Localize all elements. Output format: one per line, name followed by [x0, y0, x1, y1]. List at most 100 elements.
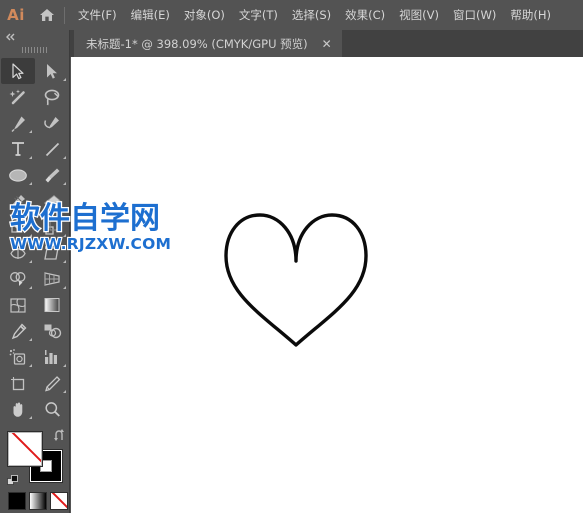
flyout-indicator-icon [63, 364, 66, 367]
tool-hand[interactable] [1, 396, 35, 422]
panel-drag-handle[interactable] [0, 44, 69, 56]
menu-window[interactable]: 窗口(W) [446, 3, 503, 27]
app-logo: Ai [7, 6, 25, 24]
color-mode-buttons [8, 492, 69, 510]
document-tab-label: 未标题-1* @ 398.09% (CMYK/GPU 预览) [86, 36, 308, 51]
menu-file[interactable]: 文件(F) [71, 3, 124, 27]
direct-selection-arrow-icon [46, 63, 57, 79]
tool-eraser[interactable] [35, 188, 69, 214]
tool-mesh[interactable] [1, 292, 35, 318]
tool-blend[interactable] [35, 318, 69, 344]
menu-effect[interactable]: 效果(C) [338, 3, 392, 27]
tool-direct-selection[interactable] [35, 58, 69, 84]
document-tab[interactable]: 未标题-1* @ 398.09% (CMYK/GPU 预览) ✕ [74, 30, 342, 57]
flyout-indicator-icon [29, 338, 32, 341]
tool-shape-builder[interactable] [1, 266, 35, 292]
flyout-indicator-icon [63, 182, 66, 185]
default-fill-stroke-icon[interactable] [7, 473, 20, 486]
tool-zoom[interactable] [35, 396, 69, 422]
column-graph-icon [45, 350, 57, 364]
color-mode-color[interactable] [8, 492, 26, 510]
tool-width[interactable] [1, 240, 35, 266]
rotate-icon [10, 220, 25, 233]
color-mode-none[interactable] [50, 492, 68, 510]
flyout-indicator-icon [63, 156, 66, 159]
scale-icon [44, 219, 60, 235]
menu-select[interactable]: 选择(S) [285, 3, 338, 27]
hand-icon [13, 402, 22, 417]
document-canvas[interactable] [71, 57, 583, 513]
tool-pen[interactable] [1, 110, 35, 136]
tools-panel [0, 30, 70, 513]
flyout-indicator-icon [29, 234, 32, 237]
tool-gradient[interactable] [35, 292, 69, 318]
flyout-indicator-icon [63, 234, 66, 237]
tool-type[interactable] [1, 136, 35, 162]
menu-bar: Ai 文件(F) 编辑(E) 对象(O) 文字(T) 选择(S) 效果(C) 视… [0, 0, 583, 30]
slice-knife-icon [44, 375, 60, 391]
collapse-panel-button[interactable] [0, 30, 69, 44]
tool-scale[interactable] [35, 214, 69, 240]
swap-fill-stroke-icon[interactable] [54, 428, 68, 442]
grip-lines-icon [21, 47, 48, 53]
tool-curvature[interactable] [35, 110, 69, 136]
symbol-sprayer-icon [9, 348, 26, 365]
tool-line-segment[interactable] [35, 136, 69, 162]
fill-stroke-control [7, 429, 66, 486]
zoom-magnifier-icon [44, 401, 60, 417]
document-tab-bar: 未标题-1* @ 398.09% (CMYK/GPU 预览) ✕ [70, 30, 583, 57]
perspective-grid-icon [44, 272, 60, 286]
tool-lasso[interactable] [35, 84, 69, 110]
flyout-indicator-icon [29, 416, 32, 419]
ellipse-shape-icon [9, 168, 27, 182]
home-icon[interactable] [32, 8, 62, 22]
gradient-icon [44, 298, 60, 312]
tool-selection[interactable] [1, 58, 35, 84]
selection-arrow-icon [11, 62, 24, 79]
tool-free-transform[interactable] [35, 240, 69, 266]
blend-icon [44, 324, 61, 339]
fill-swatch[interactable] [7, 431, 43, 467]
menu-view[interactable]: 视图(V) [392, 3, 446, 27]
tool-eyedropper[interactable] [1, 318, 35, 344]
tool-shaper[interactable] [1, 188, 35, 214]
close-icon[interactable]: ✕ [308, 38, 342, 50]
width-tool-icon [10, 247, 26, 259]
tool-magic-wand[interactable] [1, 84, 35, 110]
heart-shape [224, 213, 368, 347]
flyout-indicator-icon [63, 208, 66, 211]
tool-column-graph[interactable] [35, 344, 69, 370]
shaper-pencil-icon [11, 194, 25, 208]
tool-perspective-grid[interactable] [35, 266, 69, 292]
line-segment-icon [45, 142, 59, 156]
flyout-indicator-icon [63, 78, 66, 81]
flyout-indicator-icon [29, 208, 32, 211]
tool-slice[interactable] [35, 370, 69, 396]
artboard-icon [11, 376, 25, 390]
menu-divider [64, 6, 65, 24]
eraser-icon [43, 194, 61, 207]
menu-item-list: 文件(F) 编辑(E) 对象(O) 文字(T) 选择(S) 效果(C) 视图(V… [71, 3, 558, 27]
menu-help[interactable]: 帮助(H) [503, 3, 558, 27]
flyout-indicator-icon [29, 182, 32, 185]
shape-builder-icon [9, 272, 25, 286]
eyedropper-icon [11, 322, 26, 339]
none-slash-icon [11, 433, 41, 465]
tool-rotate[interactable] [1, 214, 35, 240]
menu-edit[interactable]: 编辑(E) [124, 3, 177, 27]
paintbrush-icon [45, 168, 59, 182]
tool-paintbrush[interactable] [35, 162, 69, 188]
menu-type[interactable]: 文字(T) [232, 3, 285, 27]
flyout-indicator-icon [29, 286, 32, 289]
flyout-indicator-icon [63, 286, 66, 289]
menu-object[interactable]: 对象(O) [177, 3, 232, 27]
tool-symbol-sprayer[interactable] [1, 344, 35, 370]
illustrator-window: Ai 文件(F) 编辑(E) 对象(O) 文字(T) 选择(S) 效果(C) 视… [0, 0, 583, 513]
magic-wand-icon [9, 89, 25, 104]
tool-ellipse[interactable] [1, 162, 35, 188]
tool-artboard[interactable] [1, 370, 35, 396]
color-mode-gradient[interactable] [29, 492, 47, 510]
flyout-indicator-icon [63, 390, 66, 393]
flyout-indicator-icon [29, 364, 32, 367]
curvature-icon [44, 116, 59, 128]
